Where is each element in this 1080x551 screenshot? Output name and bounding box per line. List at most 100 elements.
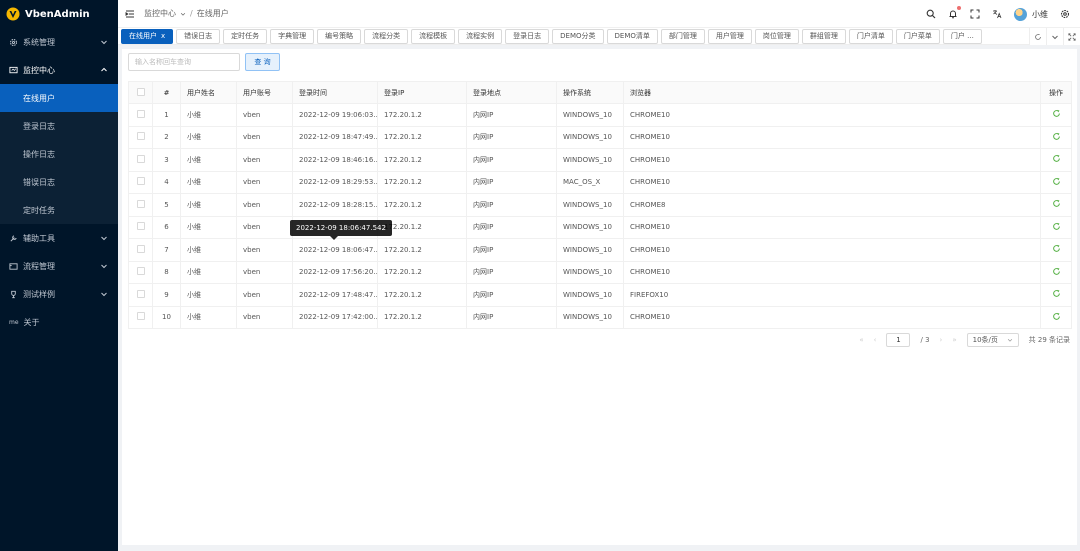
tab-dictionary[interactable]: 字典管理 xyxy=(270,28,315,44)
tab-department[interactable]: 部门管理 xyxy=(660,28,705,44)
row-select[interactable] xyxy=(128,171,153,194)
sidebar-item-monitor[interactable]: 监控中心 xyxy=(0,56,118,84)
table-row[interactable]: 6 小维 vben 172.20.1.2 内网IP WINDOWS_10 CHROME10 xyxy=(128,216,1072,239)
tab-flow-template[interactable]: 流程模板 xyxy=(411,28,456,44)
checkbox[interactable] xyxy=(136,87,145,96)
browser-cell: CHROME10 xyxy=(623,126,1041,149)
refresh-icon[interactable] xyxy=(1029,28,1046,45)
row-select[interactable] xyxy=(128,283,153,307)
search-button[interactable]: 查 询 xyxy=(245,53,280,71)
tab-position[interactable]: 岗位管理 xyxy=(754,28,799,44)
prev-page-icon[interactable]: ‹ xyxy=(874,336,877,344)
checkbox[interactable] xyxy=(136,289,145,298)
user-account-cell: vben xyxy=(236,126,293,149)
refresh-icon[interactable] xyxy=(1052,267,1061,276)
row-select[interactable] xyxy=(128,238,153,262)
checkbox[interactable] xyxy=(136,177,145,186)
row-select[interactable] xyxy=(128,103,153,127)
tab-online-users[interactable]: 在线用户 x xyxy=(121,28,174,44)
sidebar-item-online-users[interactable]: 在线用户 xyxy=(0,84,118,112)
sidebar-item-login-log[interactable]: 登录日志 xyxy=(0,112,118,140)
checkbox[interactable] xyxy=(136,244,145,253)
refresh-icon[interactable] xyxy=(1052,199,1061,208)
search-icon[interactable] xyxy=(926,9,936,19)
checkbox[interactable] xyxy=(136,199,145,208)
tab-portal-list[interactable]: 门户清单 xyxy=(848,28,893,44)
menu-fold-icon[interactable] xyxy=(125,9,135,19)
logo[interactable]: VbenAdmin xyxy=(0,0,118,28)
tab-group[interactable]: 群组管理 xyxy=(801,28,846,44)
row-select[interactable] xyxy=(128,261,153,284)
checkbox[interactable] xyxy=(136,222,145,231)
row-select[interactable] xyxy=(128,148,153,172)
os-cell: WINDOWS_10 xyxy=(556,126,624,149)
tab-demo-category[interactable]: DEMO分类 xyxy=(552,28,604,44)
refresh-icon[interactable] xyxy=(1052,177,1061,186)
tab-flow-instance[interactable]: 流程实例 xyxy=(458,28,503,44)
sidebar-item-system[interactable]: 系统管理 xyxy=(0,28,118,56)
tab-demo-list[interactable]: DEMO清单 xyxy=(606,28,658,44)
refresh-icon[interactable] xyxy=(1052,154,1061,163)
tab-flow-category[interactable]: 流程分类 xyxy=(364,28,409,44)
sidebar-item-test[interactable]: 测试样例 xyxy=(0,280,118,308)
table-row[interactable]: 8 小维 vben 2022-12-09 17:56:20... 172.20.1.2 内… xyxy=(128,261,1072,284)
checkbox[interactable] xyxy=(136,109,145,118)
page-input[interactable]: 1 xyxy=(886,333,911,347)
expand-icon[interactable] xyxy=(1063,28,1080,45)
refresh-icon[interactable] xyxy=(1052,222,1061,231)
tab-login-log[interactable]: 登录日志 xyxy=(505,28,550,44)
tab-portal-menu[interactable]: 门户菜单 xyxy=(895,28,940,44)
close-icon[interactable]: x xyxy=(161,32,165,40)
refresh-icon[interactable] xyxy=(1052,132,1061,141)
tab-numbering[interactable]: 编号策略 xyxy=(317,28,362,44)
sidebar-item-tools[interactable]: 辅助工具 xyxy=(0,224,118,252)
table-row[interactable]: 4 小维 vben 2022-12-09 18:29:53... 172.20.1.2 内… xyxy=(128,171,1072,194)
refresh-icon[interactable] xyxy=(1052,109,1061,118)
user-name[interactable]: 小维 xyxy=(1032,9,1048,20)
refresh-icon[interactable] xyxy=(1052,289,1061,298)
row-select[interactable] xyxy=(128,193,153,217)
first-page-icon[interactable]: « xyxy=(859,336,863,344)
last-page-icon[interactable]: » xyxy=(952,336,956,344)
tab-scheduled-task[interactable]: 定时任务 xyxy=(223,28,268,44)
tab-portal-more[interactable]: 门户 ... xyxy=(942,28,982,44)
sidebar-item-scheduled-task[interactable]: 定时任务 xyxy=(0,196,118,224)
sidebar-item-flow[interactable]: 流程管理 xyxy=(0,252,118,280)
chevron-down-icon[interactable] xyxy=(1046,28,1063,45)
tab-user-management[interactable]: 用户管理 xyxy=(707,28,752,44)
table-row[interactable]: 1 小维 vben 2022-12-09 19:06:03... 172.20.1.2 内… xyxy=(128,103,1072,127)
checkbox[interactable] xyxy=(136,312,145,321)
page-size-select[interactable]: 10条/页 xyxy=(966,333,1019,347)
row-select[interactable] xyxy=(128,216,153,239)
settings-icon[interactable] xyxy=(1060,9,1070,19)
checkbox[interactable] xyxy=(136,154,145,163)
table-row[interactable]: 9 小维 vben 2022-12-09 17:48:47... 172.20.1.2 内… xyxy=(128,283,1072,307)
breadcrumb-item[interactable]: 监控中心 xyxy=(144,8,176,19)
sidebar-item-error-log[interactable]: 错误日志 xyxy=(0,168,118,196)
table-row[interactable]: 10 小维 vben 2022-12-09 17:42:00... 172.20.1.2… xyxy=(128,306,1072,329)
row-select[interactable] xyxy=(128,126,153,149)
checkbox[interactable] xyxy=(136,267,145,276)
sidebar-item-about[interactable]: me 关于 xyxy=(0,308,118,336)
refresh-icon[interactable] xyxy=(1052,244,1061,253)
translate-icon[interactable] xyxy=(992,9,1002,19)
row-select[interactable] xyxy=(128,306,153,329)
login-time-cell: 2022-12-09 18:29:53... xyxy=(292,171,378,194)
header-select-all[interactable] xyxy=(128,81,153,104)
checkbox[interactable] xyxy=(136,132,145,141)
search-input[interactable] xyxy=(128,53,240,71)
table-row[interactable]: 7 小维 vben 2022-12-09 18:06:47... 172.20.1.2 内… xyxy=(128,238,1072,262)
refresh-icon[interactable] xyxy=(1052,312,1061,321)
tab-error-log[interactable]: 错误日志 xyxy=(176,28,221,44)
sidebar-item-operation-log[interactable]: 操作日志 xyxy=(0,140,118,168)
login-location-cell: 内网IP xyxy=(466,238,557,262)
login-time-cell: 2022-12-09 19:06:03... xyxy=(292,103,378,127)
fullscreen-icon[interactable] xyxy=(970,9,980,19)
table-row[interactable]: 3 小维 vben 2022-12-09 18:46:16... 172.20.1.2 内… xyxy=(128,148,1072,172)
table-row[interactable]: 2 小维 vben 2022-12-09 18:47:49... 172.20.1.2 内… xyxy=(128,126,1072,149)
table-row[interactable]: 5 小维 vben 2022-12-09 18:28:15... 172.20.1.2 内… xyxy=(128,193,1072,217)
notification-dot xyxy=(957,6,961,10)
avatar[interactable] xyxy=(1014,7,1027,21)
next-page-icon[interactable]: › xyxy=(940,336,943,344)
bell-icon[interactable] xyxy=(948,6,961,19)
